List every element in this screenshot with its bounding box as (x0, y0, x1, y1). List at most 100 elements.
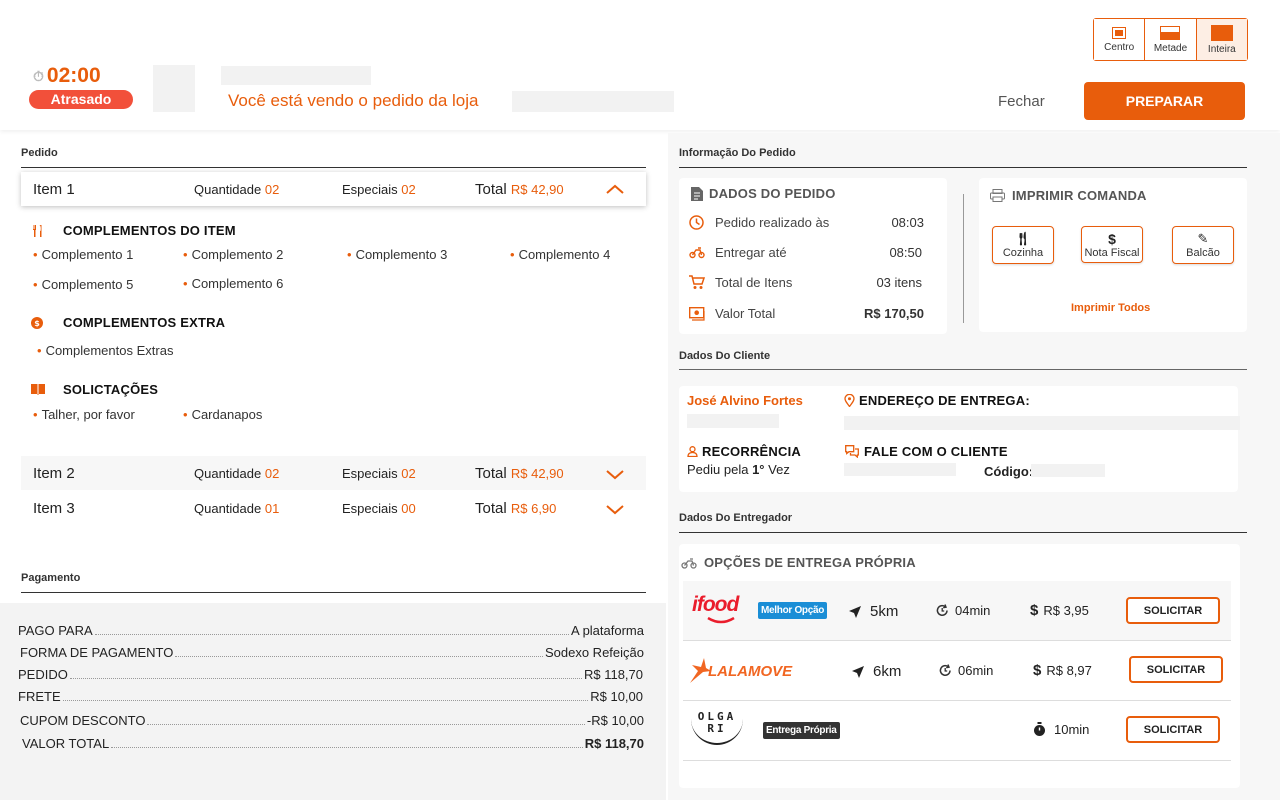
dollar-icon: $ (1030, 602, 1039, 619)
chevron-up-icon[interactable] (606, 184, 624, 194)
list-item: Complemento 5 (33, 277, 134, 292)
list-item: Complemento 3 (347, 247, 448, 262)
requests-heading: SOLICTAÇÕES (31, 382, 158, 397)
total-label: Total (475, 464, 507, 482)
address-heading: ENDEREÇO DE ENTREGA: (844, 393, 1030, 408)
prepare-button[interactable]: PREPARAR (1084, 82, 1245, 120)
stopwatch-icon (1034, 722, 1045, 736)
code-label: Código: (984, 464, 1034, 479)
payment-value: R$ 118,70 (584, 736, 644, 751)
info-value: R$ 170,50 (864, 306, 924, 321)
specials-label: Especiais (342, 181, 398, 197)
info-section-title: Informação Do Pedido (679, 147, 796, 159)
request-delivery-button[interactable]: SOLICITAR (1126, 597, 1220, 624)
request-delivery-button[interactable]: SOLICITAR (1129, 656, 1223, 683)
order-item-row[interactable]: Item 2 Quantidade 02 Especiais 02 Total … (21, 456, 646, 490)
contact-phone-placeholder (844, 463, 956, 476)
client-section-title: Dados Do Cliente (679, 350, 771, 362)
item-total: Total R$ 42,90 (475, 181, 564, 198)
price: $ R$ 8,97 (1033, 662, 1092, 679)
view-centro-button[interactable]: Centro (1094, 19, 1146, 60)
print-kitchen-button[interactable]: 🍴︎ Cozinha (992, 226, 1054, 264)
extras-title: COMPLEMENTOS EXTRA (63, 315, 226, 330)
olgari-logo: OLGA RI (691, 711, 743, 745)
list-item: Talher, por favor (33, 407, 135, 422)
store-viewing-text: Você está vendo o pedido da loja (228, 91, 479, 110)
info-row: Total de Itens 03 itens (689, 275, 922, 290)
item-qty: Quantidade 01 (194, 501, 279, 516)
specials-value: 02 (401, 465, 416, 481)
payment-label: CUPOM DESCONTO (20, 713, 146, 728)
stopwatch-icon: ⏱ (33, 67, 44, 84)
view-switcher: Centro Metade Inteira (1093, 18, 1248, 61)
item-name: Item 2 (33, 464, 75, 482)
order-item-row[interactable]: Item 3 Quantidade 01 Especiais 00 Total … (21, 491, 646, 525)
item-name: Item 1 (33, 180, 75, 198)
request-delivery-button[interactable]: SOLICITAR (1126, 716, 1220, 743)
ifood-logo-text: ifood (692, 593, 739, 616)
info-row: Entregar até 08:50 (689, 245, 922, 260)
lalamove-logo: LALAMOVE (688, 657, 792, 685)
order-data-header: DADOS DO PEDIDO (691, 186, 836, 201)
ifood-logo: ifood (692, 593, 746, 625)
item-qty: Quantidade 02 (194, 182, 279, 197)
divider (679, 167, 1247, 168)
order-data-card: DADOS DO PEDIDO Pedido realizado às 08:0… (679, 178, 947, 334)
timer: ⏱ 02:00 (33, 64, 101, 88)
qty-label: Quantidade (194, 500, 262, 516)
print-kitchen-label: Cozinha (1002, 247, 1044, 259)
info-row: Pedido realizado às 08:03 (689, 215, 924, 230)
payment-total-row: VALOR TOTAL R$ 118,70 (22, 736, 644, 751)
print-header: IMPRIMIR COMANDA (990, 188, 1147, 203)
total-label: Total (475, 499, 507, 517)
list-item: Complemento 2 (183, 247, 284, 262)
list-item: Complemento 1 (33, 247, 134, 262)
cash-icon (689, 306, 705, 321)
lalamove-logo-text: LALAMOVE (708, 662, 793, 680)
eta-value: 04min (955, 603, 991, 618)
eta: 04min (936, 603, 990, 618)
best-option-badge: Melhor Opção (758, 602, 828, 619)
list-item: Complementos Extras (37, 343, 174, 358)
view-metade-label: Metade (1153, 42, 1188, 54)
own-delivery-badge: Entrega Própria (763, 722, 840, 739)
qty-value: 02 (264, 181, 280, 197)
location-pin-icon (844, 394, 855, 407)
eta: 10min (1033, 722, 1089, 737)
divider (21, 167, 646, 168)
smile-mark (707, 617, 735, 624)
info-label: Valor Total (715, 306, 776, 321)
print-card: IMPRIMIR COMANDA 🍴︎ Cozinha $ Nota Fisca… (979, 178, 1247, 332)
total-value: R$ 42,90 (510, 465, 564, 481)
pencil-icon: ✎ (1197, 231, 1209, 246)
distance-value: 6km (873, 663, 902, 680)
payment-row: PEDIDO R$ 118,70 (18, 667, 643, 682)
item-specials: Especiais 02 (342, 466, 416, 481)
full-layout-icon (1210, 24, 1233, 41)
distance: 6km (851, 663, 901, 680)
print-all-link[interactable]: Imprimir Todos (1071, 302, 1150, 314)
print-counter-button[interactable]: ✎ Balcão (1172, 226, 1234, 264)
payment-value: R$ 10,00 (590, 689, 643, 704)
document-icon (691, 186, 703, 201)
print-invoice-button[interactable]: $ Nota Fiscal (1081, 226, 1143, 263)
store-name-placeholder (221, 66, 371, 85)
order-item-row[interactable]: Item 1 Quantidade 02 Especiais 02 Total … (21, 172, 646, 206)
specials-label: Especiais (342, 465, 398, 481)
chevron-down-icon[interactable] (606, 505, 624, 515)
divider (679, 369, 1247, 370)
list-item: Cardanapos (183, 407, 263, 422)
close-button[interactable]: Fechar (998, 93, 1045, 110)
center-layout-icon (1112, 26, 1127, 39)
item-name: Item 3 (33, 499, 75, 517)
contact-heading: FALE COM O CLIENTE (845, 444, 1008, 459)
printer-icon (990, 189, 1005, 202)
view-inteira-button[interactable]: Inteira (1196, 19, 1247, 60)
payment-label: PAGO PARA (18, 623, 93, 638)
payment-panel: PAGO PARA A plataforma FORMA DE PAGAMENTO… (0, 603, 666, 800)
chevron-down-icon[interactable] (606, 470, 624, 480)
order-data-title: DADOS DO PEDIDO (709, 186, 836, 201)
view-metade-button[interactable]: Metade (1145, 19, 1197, 60)
payment-value: R$ 118,70 (583, 667, 643, 682)
payment-row: CUPOM DESCONTO -R$ 10,00 (20, 713, 644, 728)
